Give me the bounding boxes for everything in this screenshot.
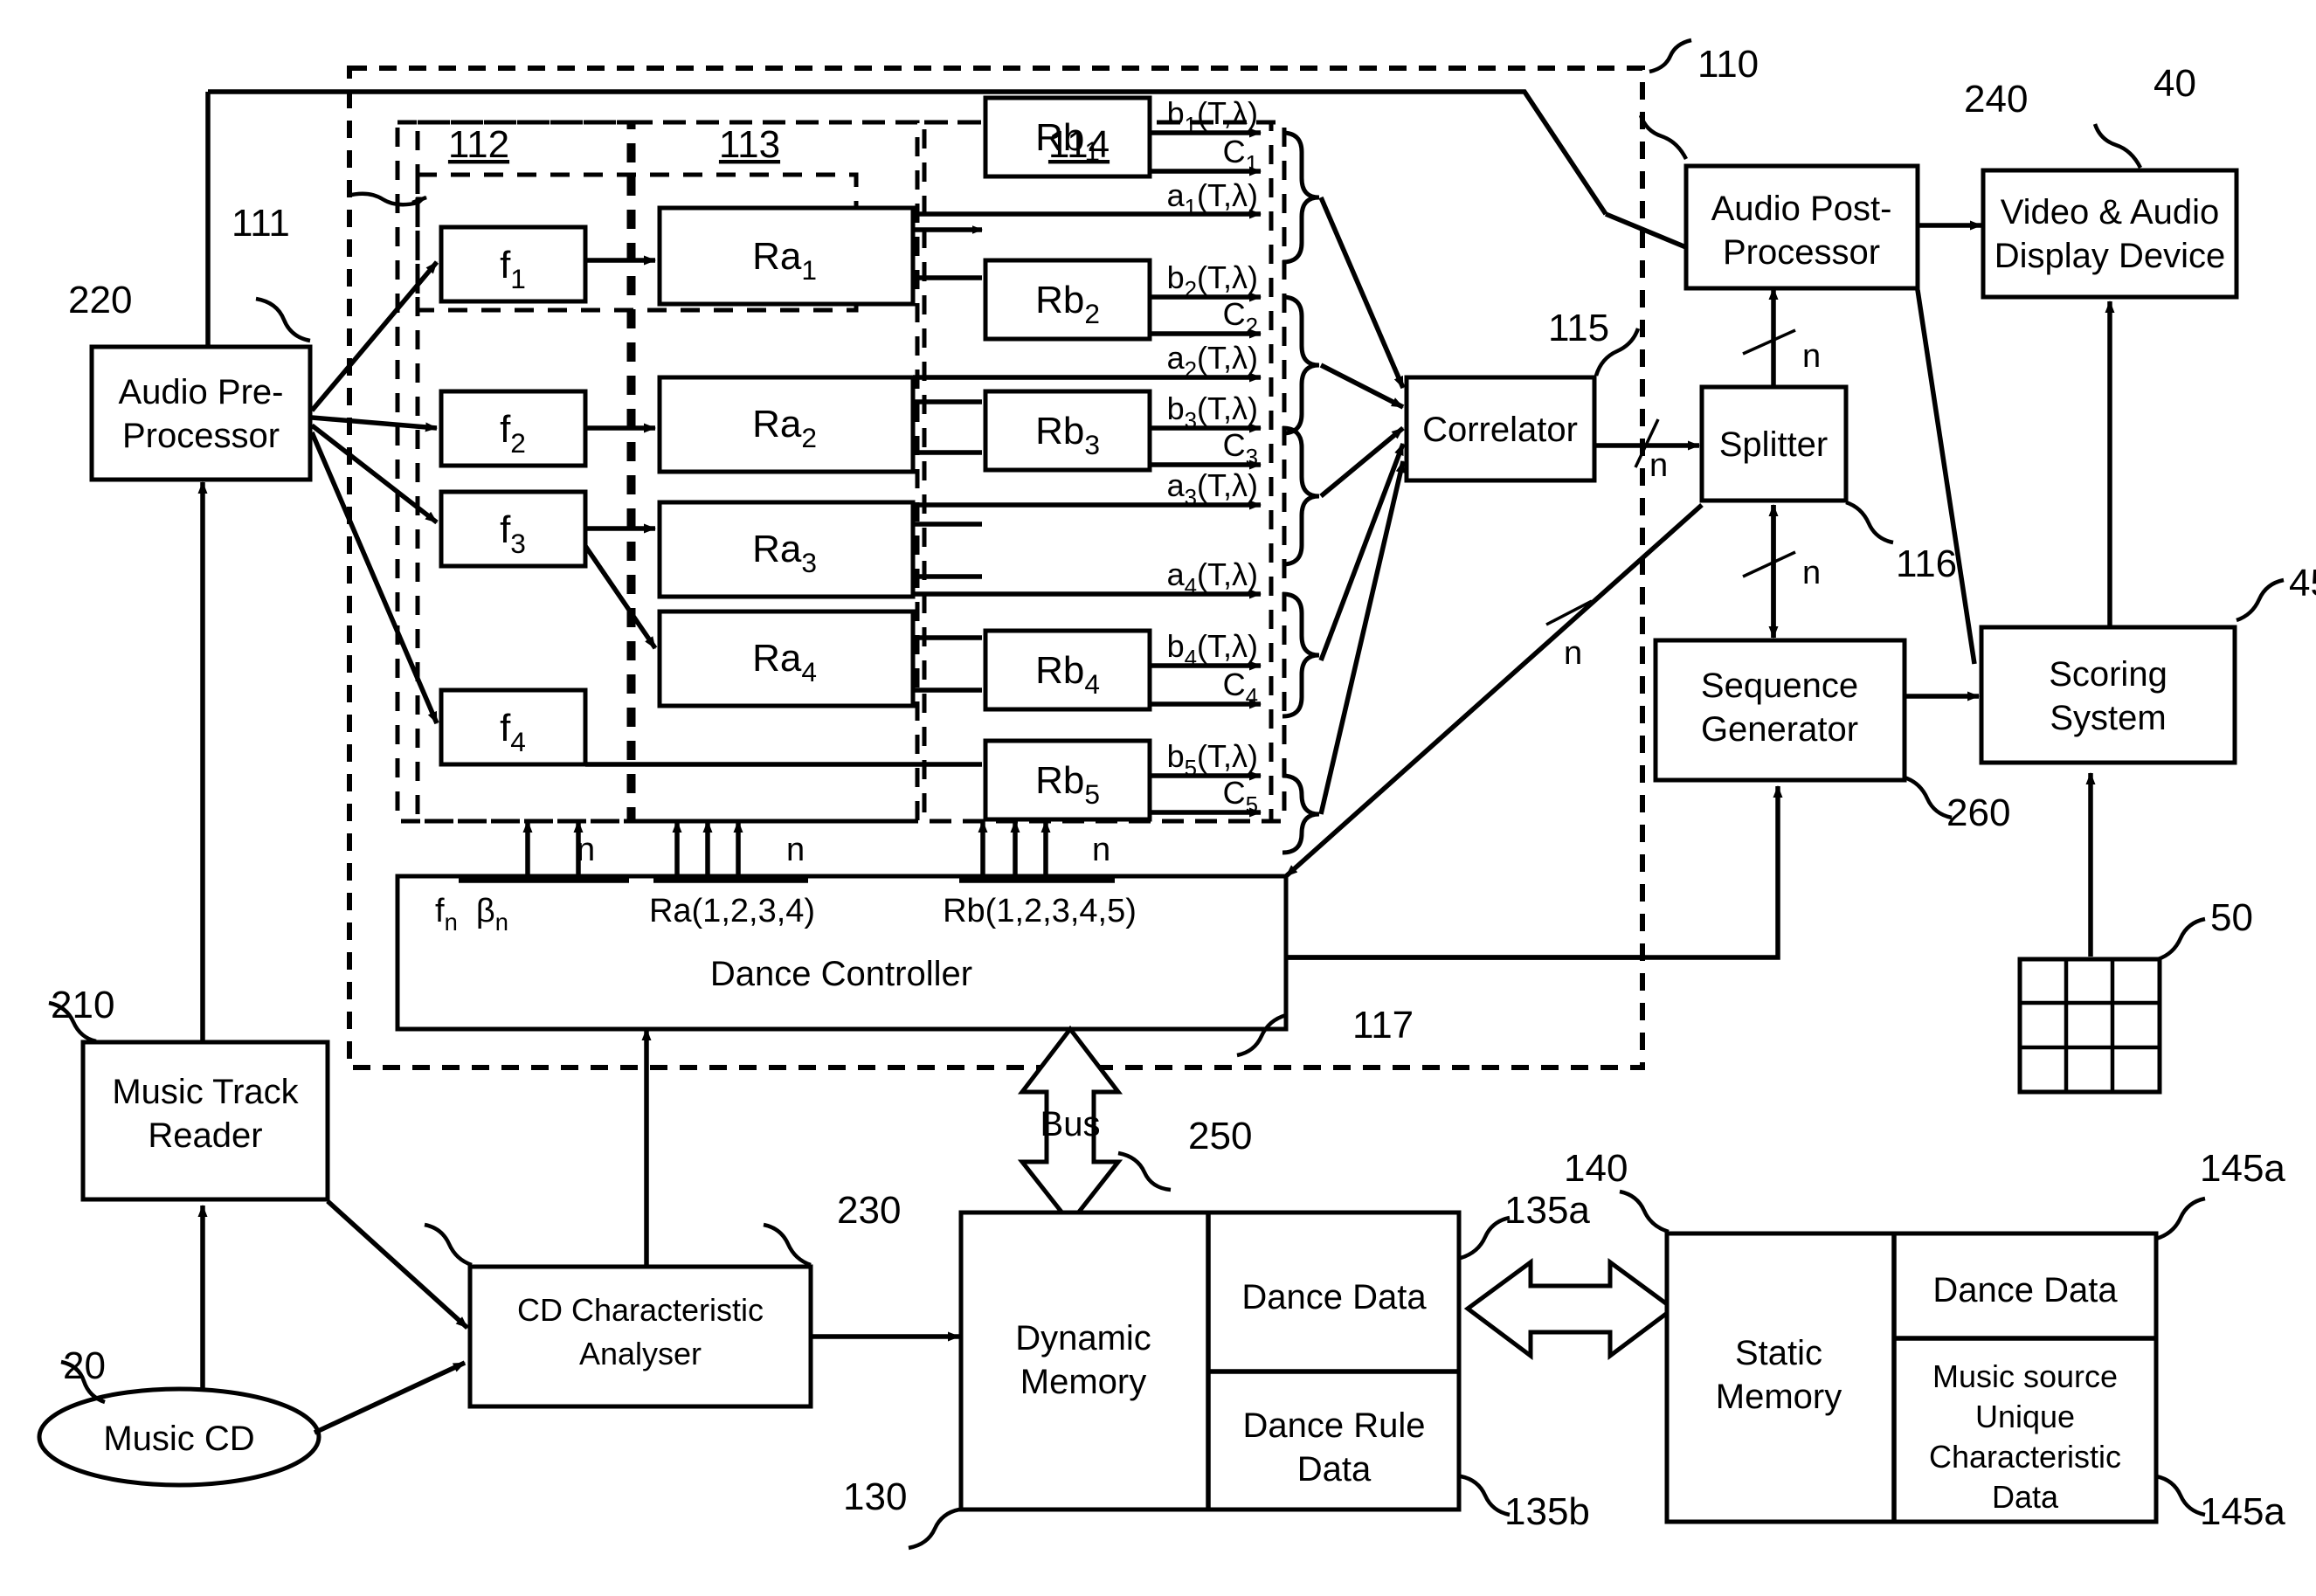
ref-145a-bottom: 145a xyxy=(2200,1490,2285,1533)
pre-processor-top-link xyxy=(197,92,211,1042)
dynamic-memory-label-1: Dynamic xyxy=(1015,1319,1151,1358)
ref-20: 20 xyxy=(63,1344,106,1387)
figure-canvas: n 110 111 112 113 114 115 116 117 130 13… xyxy=(0,0,2316,1596)
bus-label: Bus xyxy=(1040,1105,1101,1143)
signal-group-braces xyxy=(1282,130,1320,855)
ref-230: 230 xyxy=(837,1189,901,1232)
dance-data-dynamic-label: Dance Data xyxy=(1241,1278,1427,1316)
cd-to-analyser-link xyxy=(313,1360,467,1435)
ref-130: 130 xyxy=(843,1475,907,1518)
scoring-system-label-1: Scoring xyxy=(2049,655,2167,694)
sequence-generator-label-2: Generator xyxy=(1701,710,1858,749)
feedback-line-top xyxy=(208,89,1745,273)
audio-pre-processor-label-2: Processor xyxy=(122,417,280,455)
dance-controller-block[interactable] xyxy=(395,874,1289,1032)
music-track-reader-label-2: Reader xyxy=(148,1116,262,1155)
music-cd-label: Music CD xyxy=(103,1420,254,1458)
dance-mat-grid-icon[interactable] xyxy=(2017,957,2162,1095)
music-source-label-4: Data xyxy=(1992,1479,2059,1515)
dance-data-static-label: Dance Data xyxy=(1932,1271,2118,1309)
dynamic-memory-block[interactable] xyxy=(958,1210,1462,1512)
ref-250: 250 xyxy=(1188,1115,1252,1157)
bus-width-label-n-dance-ctrl: n xyxy=(1564,635,1582,672)
splitter-to-post-processor-link xyxy=(1742,287,1796,387)
cd-analyser-label-1: CD Characteristic xyxy=(517,1292,764,1328)
static-memory-label-1: Static xyxy=(1735,1334,1822,1372)
ref-135b: 135b xyxy=(1504,1490,1590,1533)
ref-110: 110 xyxy=(1697,43,1759,86)
correlator-input-links xyxy=(1318,196,1406,815)
ref-50: 50 xyxy=(2210,896,2253,939)
bus-width-label-n1: n xyxy=(577,832,595,868)
music-track-reader-label-1: Music Track xyxy=(112,1073,299,1111)
scoring-system-block[interactable] xyxy=(1979,625,2237,765)
splitter-label: Splitter xyxy=(1719,425,1829,464)
dance-ctrl-label-rb-group: Rb(1,2,3,4,5) xyxy=(943,893,1137,929)
music-source-label-3: Characteristic xyxy=(1929,1439,2121,1475)
ref-113: 113 xyxy=(719,123,780,166)
ref-210: 210 xyxy=(51,984,114,1026)
correlator-label: Correlator xyxy=(1422,411,1578,449)
track-reader-to-analyser-link xyxy=(326,1199,469,1330)
bus-width-label-n2: n xyxy=(786,832,805,868)
ref-111: 111 xyxy=(232,202,290,245)
ref-135a: 135a xyxy=(1504,1189,1590,1232)
ref-115: 115 xyxy=(1548,307,1609,349)
splitter-to-sequence-generator-link xyxy=(1742,504,1796,639)
ref-117: 117 xyxy=(1352,1004,1414,1047)
cd-analyser-label-2: Analyser xyxy=(579,1336,702,1371)
scoring-system-label-2: System xyxy=(2050,699,2166,737)
bus-width-label-n-splitter-down: n xyxy=(1802,555,1821,591)
ref-140: 140 xyxy=(1564,1147,1628,1190)
dance-controller-label: Dance Controller xyxy=(710,955,972,993)
display-device-label-1: Video & Audio xyxy=(2001,193,2220,231)
bus-width-label-n-splitter-up: n xyxy=(1802,338,1821,375)
music-source-label-2: Unique xyxy=(1975,1399,2075,1434)
video-audio-display-block[interactable] xyxy=(1981,168,2239,300)
ref-145a-top: 145a xyxy=(2200,1147,2285,1190)
memory-interconnect-double-arrow xyxy=(1463,1258,1677,1360)
music-source-label-1: Music source xyxy=(1932,1358,2118,1394)
post-processor-to-scoring-link xyxy=(1915,289,1977,665)
ref-112: 112 xyxy=(448,123,509,166)
display-device-label-2: Display Device xyxy=(1995,237,2226,275)
dynamic-memory-label-2: Memory xyxy=(1020,1363,1146,1401)
filter-to-ra-links xyxy=(583,255,658,650)
ref-240: 240 xyxy=(1964,78,2028,121)
ref-260: 260 xyxy=(1946,791,2010,834)
sequence-generator-label-1: Sequence xyxy=(1701,667,1858,705)
dance-ctrl-label-ra-group: Ra(1,2,3,4) xyxy=(649,893,815,929)
ref-220: 220 xyxy=(68,279,132,321)
audio-post-processor-label-2: Processor xyxy=(1723,233,1880,272)
audio-pre-processor-label-1: Audio Pre- xyxy=(119,373,284,411)
ref-116: 116 xyxy=(1896,542,1957,585)
bus-width-label-n3: n xyxy=(1092,832,1110,868)
audio-pre-processor-block[interactable] xyxy=(89,344,313,482)
dance-rule-data-label-1: Dance Rule xyxy=(1242,1406,1425,1445)
correlator-to-splitter-link xyxy=(1594,418,1700,468)
static-memory-label-2: Memory xyxy=(1716,1378,1842,1416)
bus-width-label-n-correlator-out: n xyxy=(1649,447,1668,484)
dance-rule-data-label-2: Data xyxy=(1297,1450,1372,1489)
ref-40: 40 xyxy=(2154,62,2196,105)
audio-post-processor-label-1: Audio Post- xyxy=(1711,190,1892,228)
ref-45: 45 xyxy=(2289,562,2316,605)
